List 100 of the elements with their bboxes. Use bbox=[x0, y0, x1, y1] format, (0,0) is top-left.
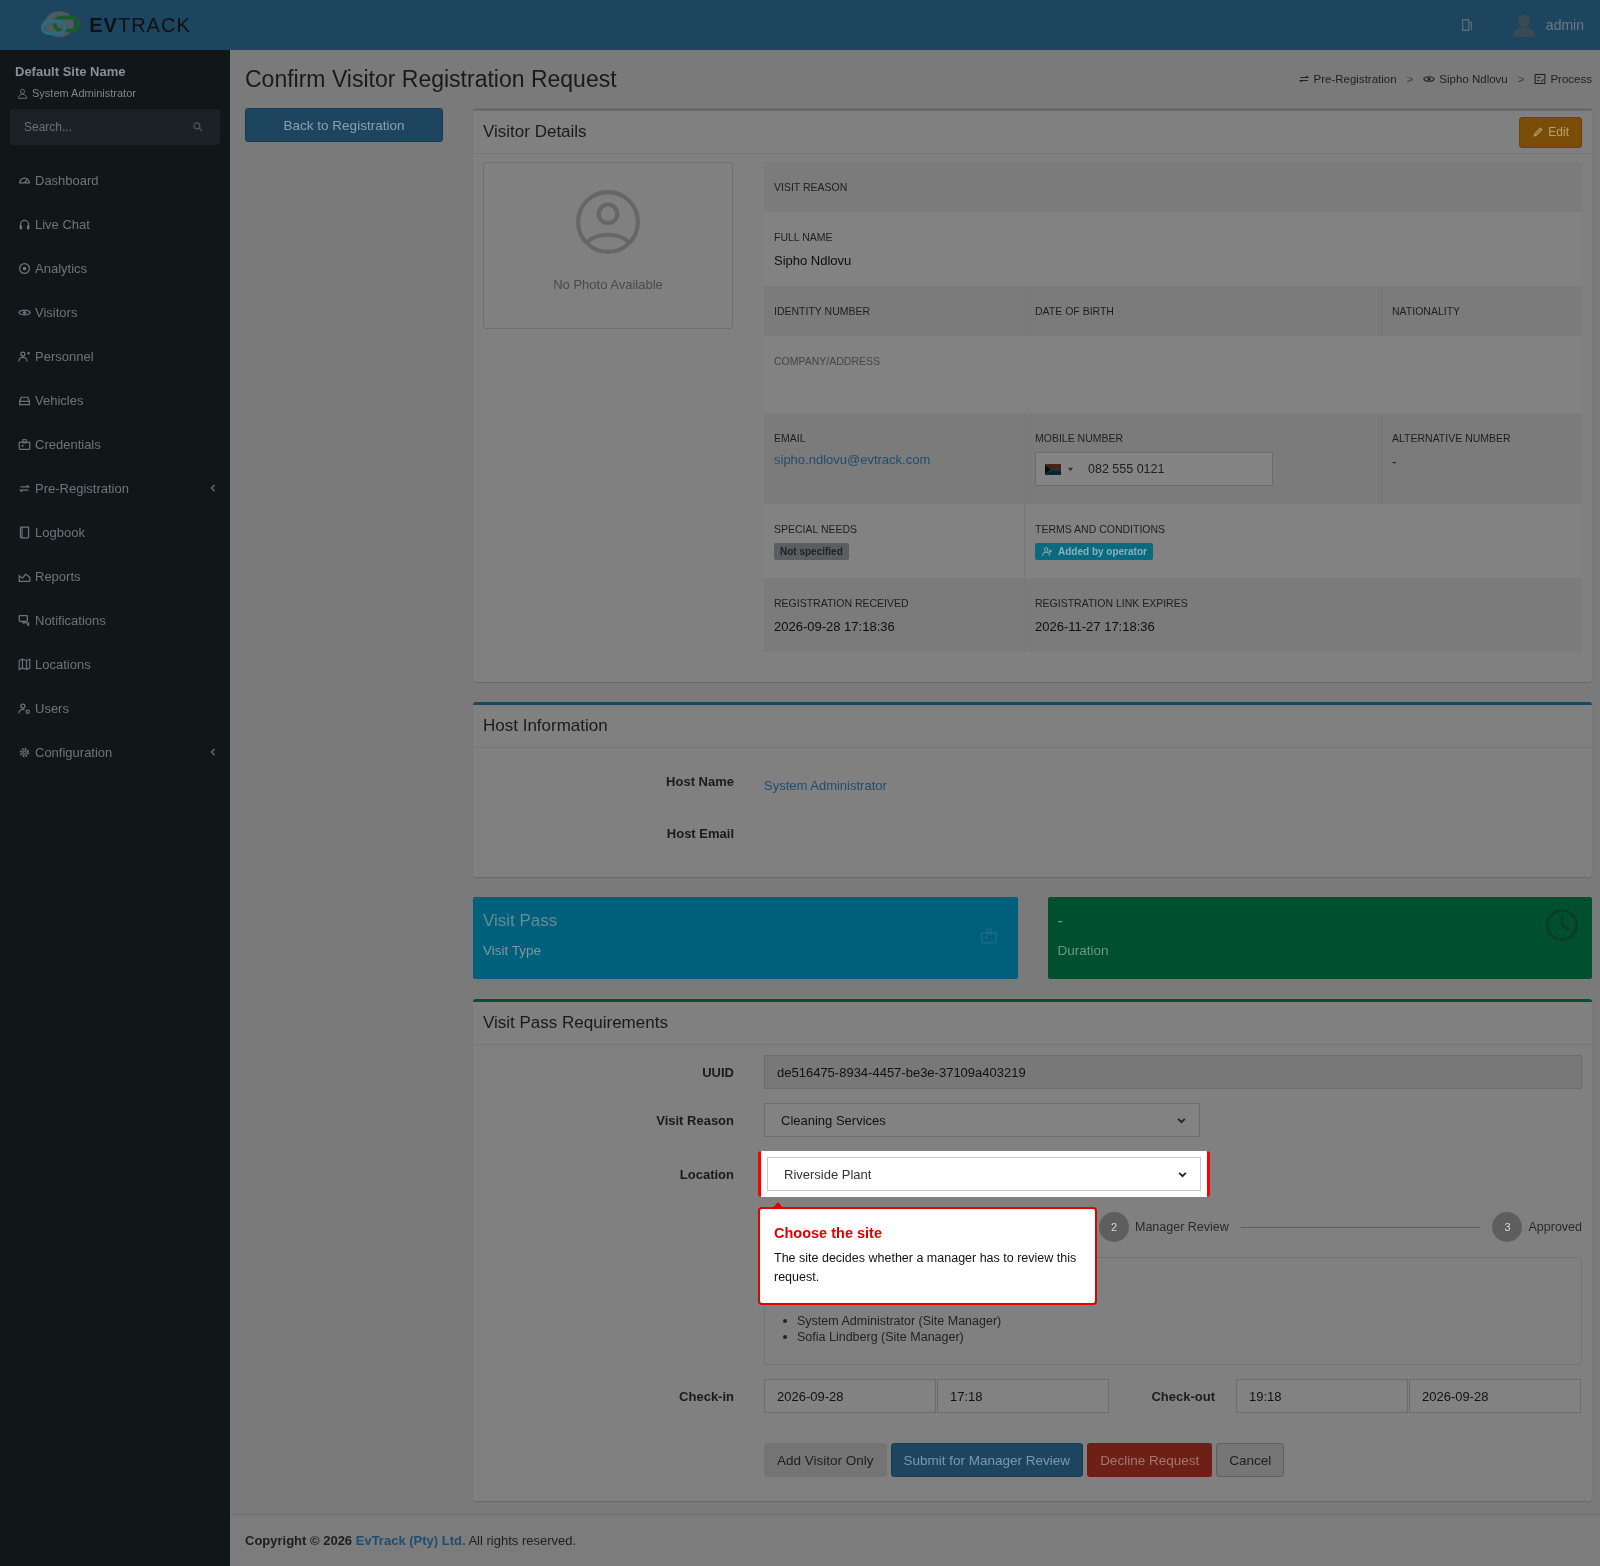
sidebar-item[interactable]: Locations bbox=[10, 653, 220, 675]
card-title: Host Information bbox=[483, 716, 608, 736]
sidebar-item[interactable]: Dashboard bbox=[10, 169, 220, 191]
field-label: ALTERNATIVE NUMBER bbox=[1392, 432, 1512, 444]
person-plus-icon bbox=[1041, 546, 1054, 557]
field-label: DATE OF BIRTH bbox=[1035, 305, 1115, 317]
breadcrumb-separator: > bbox=[1406, 73, 1414, 85]
target-icon bbox=[18, 261, 31, 275]
visit-reason-select[interactable]: Cleaning Services bbox=[764, 1103, 1200, 1137]
sidebar-item[interactable]: Analytics bbox=[10, 257, 220, 279]
field-label: SPECIAL NEEDS bbox=[774, 523, 859, 535]
sidebar-item[interactable]: Reports bbox=[10, 565, 220, 587]
date-field[interactable]: 2026-09-28 bbox=[1409, 1379, 1581, 1413]
breadcrumb-link[interactable]: Sipho Ndlovu bbox=[1439, 73, 1508, 85]
field-label: Check-out bbox=[1150, 1388, 1215, 1404]
gear-icon bbox=[18, 745, 31, 759]
sidebar-item[interactable]: Notifications bbox=[10, 609, 220, 631]
map-icon bbox=[18, 657, 31, 671]
search-icon[interactable] bbox=[192, 121, 204, 133]
status-tag: Not specified bbox=[774, 543, 849, 560]
info-value: - bbox=[1057, 911, 1064, 931]
search-field[interactable]: Search... bbox=[10, 109, 220, 145]
action-button[interactable]: Cancel bbox=[1216, 1443, 1285, 1477]
field-label: IDENTITY NUMBER bbox=[774, 305, 872, 317]
user-role: System Administrator bbox=[32, 87, 136, 99]
time-field[interactable]: 19:18 bbox=[1236, 1379, 1408, 1413]
location-select[interactable]: Riverside Plant bbox=[767, 1157, 1201, 1191]
sidebar-item[interactable]: Personnel bbox=[10, 345, 220, 367]
caret-down-icon bbox=[1067, 465, 1074, 473]
breadcrumb-link[interactable]: Pre-Registration bbox=[1313, 73, 1397, 85]
sidebar-item[interactable]: Credentials bbox=[10, 433, 220, 455]
field-label: Visit Reason bbox=[655, 1112, 734, 1128]
user-gear-icon bbox=[18, 701, 31, 715]
arrows-icon bbox=[1297, 73, 1310, 85]
field-value: 2026-09-28 17:18:36 bbox=[774, 619, 896, 634]
field-label: REGISTRATION LINK EXPIRES bbox=[1035, 597, 1189, 609]
page-title: Confirm Visitor Registration Request bbox=[245, 65, 617, 93]
field-label: Host Name bbox=[665, 774, 734, 789]
site-name: Default Site Name bbox=[14, 64, 127, 79]
action-button[interactable]: Submit for Manager Review bbox=[890, 1443, 1084, 1477]
back-button[interactable]: Back to Registration bbox=[245, 108, 443, 142]
breadcrumb-separator: > bbox=[1517, 73, 1525, 85]
field-label: REGISTRATION RECEIVED bbox=[774, 597, 910, 609]
user-name[interactable]: admin bbox=[1545, 17, 1584, 33]
card-title: Visit Pass Requirements bbox=[483, 1013, 668, 1033]
phone-field[interactable]: 082 555 0121 bbox=[1035, 452, 1273, 486]
step-label: Approved bbox=[1528, 1220, 1582, 1234]
field-label: VISIT REASON bbox=[774, 181, 849, 193]
bullet-icon bbox=[783, 1335, 787, 1339]
field-label: EMAIL bbox=[774, 432, 807, 444]
form-icon bbox=[1534, 73, 1547, 85]
field-label: TERMS AND CONDITIONS bbox=[1035, 523, 1167, 535]
book-icon bbox=[18, 525, 31, 539]
time-field[interactable]: 17:18 bbox=[937, 1379, 1109, 1413]
field-label: NATIONALITY bbox=[1392, 305, 1462, 317]
action-button[interactable]: Add Visitor Only bbox=[764, 1443, 887, 1477]
pencil-icon bbox=[1532, 126, 1545, 138]
sidebar-item[interactable]: Live Chat bbox=[10, 213, 220, 235]
edit-button[interactable]: Edit bbox=[1519, 116, 1582, 148]
approver-name: System Administrator (Site Manager) bbox=[797, 1314, 1002, 1328]
field-label: Check-in bbox=[678, 1388, 734, 1404]
info-label: Visit Type bbox=[483, 943, 542, 958]
host-link[interactable]: System Administrator bbox=[764, 778, 887, 793]
field-label: FULL NAME bbox=[774, 231, 834, 243]
field-value: - bbox=[1392, 454, 1398, 469]
headset-icon bbox=[18, 217, 31, 231]
sidebar-item[interactable]: Logbook bbox=[10, 521, 220, 543]
step-number: 2 bbox=[1099, 1212, 1129, 1242]
user-circle-icon bbox=[575, 189, 641, 255]
person-icon bbox=[17, 87, 28, 99]
field-value: Sipho Ndlovu bbox=[774, 253, 853, 268]
sidebar-item[interactable]: Pre-Registration bbox=[10, 477, 220, 499]
sidebar-item[interactable]: Users bbox=[10, 697, 220, 719]
breadcrumb-link[interactable]: Process bbox=[1550, 73, 1592, 85]
eye-icon bbox=[1423, 73, 1436, 85]
person-icon bbox=[18, 349, 31, 363]
field-value: 2026-11-27 17:18:36 bbox=[1035, 619, 1156, 634]
company-link[interactable]: EvTrack (Pty) Ltd. bbox=[355, 1533, 466, 1548]
sidebar-item[interactable]: Configuration bbox=[10, 741, 220, 763]
sidebar-item[interactable]: Visitors bbox=[10, 301, 220, 323]
tooltip-title: Choose the site bbox=[774, 1225, 883, 1241]
field-label: Location bbox=[678, 1166, 734, 1182]
field-label: MOBILE NUMBER bbox=[1035, 432, 1125, 444]
card-title: Visitor Details bbox=[483, 122, 587, 142]
info-label: Duration bbox=[1057, 943, 1109, 958]
sidebar-item[interactable]: Vehicles bbox=[10, 389, 220, 411]
step-label: Manager Review bbox=[1135, 1220, 1229, 1234]
copyright-text: Copyright © 2026 EvTrack (Pty) Ltd. All rights reserved. bbox=[245, 1533, 577, 1548]
date-field[interactable]: 2026-09-28 bbox=[764, 1379, 936, 1413]
flag-icon bbox=[1045, 463, 1061, 475]
info-value: Visit Pass bbox=[483, 911, 558, 931]
email-link[interactable]: sipho.ndlovu@evtrack.com bbox=[774, 452, 931, 467]
step-number: 3 bbox=[1492, 1212, 1523, 1242]
bullet-icon bbox=[783, 1319, 787, 1323]
action-button[interactable]: Decline Request bbox=[1087, 1443, 1213, 1477]
user-avatar-icon[interactable] bbox=[1511, 13, 1536, 37]
field-label: UUID bbox=[701, 1064, 734, 1080]
chat-bubbles-icon bbox=[18, 613, 31, 627]
door-icon[interactable] bbox=[1459, 18, 1474, 32]
approver-name: Sofia Lindberg (Site Manager) bbox=[797, 1330, 964, 1344]
